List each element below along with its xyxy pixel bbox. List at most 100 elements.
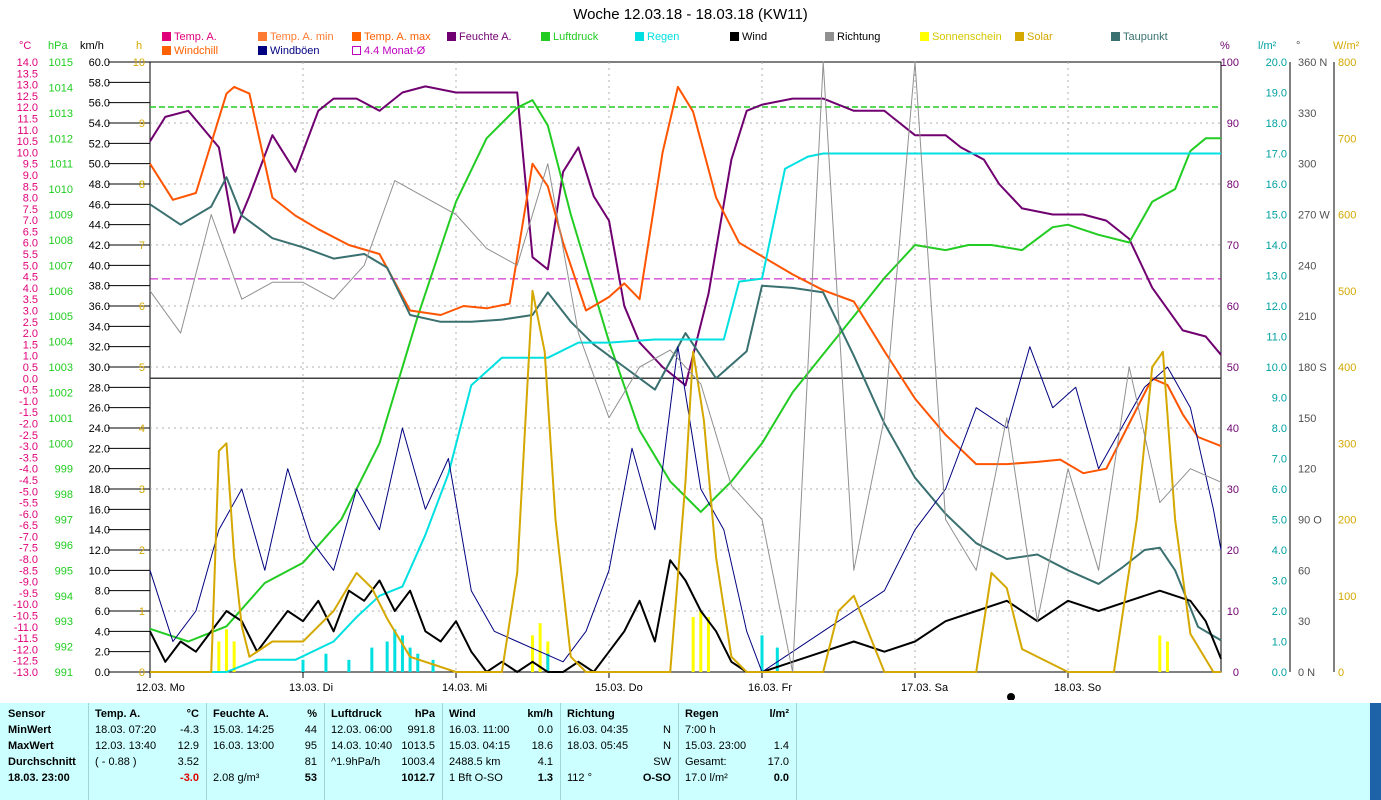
stats-header-pressure: Luftdruck	[331, 708, 382, 720]
sun-tick-label: 9	[139, 118, 145, 130]
stats-divider	[88, 703, 89, 800]
stats-press-min-time: 12.03. 06:00	[331, 724, 393, 736]
temp-tick-label: 7.5	[23, 204, 38, 216]
temp-tick-label: 8.0	[23, 193, 38, 205]
temp-tick-label: -1.5	[19, 407, 38, 419]
wind-tick-label: 58.0	[89, 77, 110, 89]
stats-dir-max-time: 18.03. 05:45	[567, 740, 629, 752]
stats-wind-bft: 1 Bft O-SO	[449, 772, 503, 784]
wind-tick-label: 38.0	[89, 281, 110, 293]
bar-regen	[408, 647, 412, 672]
temp-tick-label: 8.5	[23, 181, 38, 193]
stats-row-label: Durchschnitt	[8, 756, 76, 768]
temp-tick-label: 1.5	[23, 339, 38, 351]
stats-temp-max: 12.9	[177, 740, 199, 752]
legend-swatch	[162, 32, 171, 41]
pressure-tick-label: 1006	[49, 286, 73, 298]
legend-label: Sonnenschein	[932, 31, 1002, 43]
bar-regen	[416, 653, 420, 672]
wind-tick-label: 12.0	[89, 545, 110, 557]
direction-tick-label: 120	[1298, 464, 1316, 476]
stats-temp-avg-note: ( - 0.88 )	[95, 756, 137, 768]
bar-sonnenschein	[1165, 641, 1169, 672]
wind-tick-label: 22.0	[89, 443, 110, 455]
temp-tick-label: -13.0	[13, 667, 38, 679]
bar-regen	[760, 635, 764, 672]
temp-tick-label: 9.0	[23, 170, 38, 182]
legend-label: Temp. A. min	[270, 31, 334, 43]
direction-tick-label: 60	[1298, 565, 1310, 577]
sun-tick-label: 6	[139, 301, 145, 313]
bar-regen	[393, 629, 397, 672]
stats-header-sensor: Sensor	[8, 708, 46, 720]
bar-regen	[431, 659, 435, 672]
wind-tick-label: 28.0	[89, 382, 110, 394]
stats-row-label: MinWert	[8, 724, 52, 736]
direction-tick-label: 240	[1298, 260, 1316, 272]
legend-swatch	[635, 32, 644, 41]
day-label: 17.03. Sa	[901, 682, 949, 694]
direction-unit-label: °	[1296, 40, 1301, 52]
humidity-tick-label: 0	[1233, 667, 1239, 679]
stats-header-temp: Temp. A.	[95, 708, 141, 720]
sun-tick-label: 4	[139, 423, 145, 435]
stats-col-wind: Wind km/h 16.03. 11:00 0.0 15.03. 04:15 18.…	[449, 706, 553, 786]
stats-dir-min-time: 16.03. 04:35	[567, 724, 629, 736]
rain-tick-label: 13.0	[1266, 271, 1287, 283]
pressure-tick-label: 998	[55, 489, 73, 501]
wind-tick-label: 32.0	[89, 342, 110, 354]
direction-tick-label: 210	[1298, 311, 1316, 323]
wind-tick-label: 44.0	[89, 220, 110, 232]
stats-press-max-time: 14.03. 10:40	[331, 740, 393, 752]
pressure-tick-label: 1004	[49, 337, 73, 349]
stats-rain-total-label: Gesamt:	[685, 756, 727, 768]
wind-tick-label: 8.0	[95, 586, 110, 598]
pressure-tick-label: 1014	[49, 82, 73, 94]
day-label: 15.03. Do	[595, 682, 643, 694]
solar-tick-label: 600	[1338, 210, 1356, 222]
stats-col-pressure: Luftdruck hPa 12.03. 06:00 991.8 14.03. 10…	[331, 706, 435, 786]
wind-tick-label: 36.0	[89, 301, 110, 313]
pressure-tick-label: 1000	[49, 438, 73, 450]
pressure-tick-label: 999	[55, 464, 73, 476]
temp-tick-label: 11.0	[17, 125, 38, 137]
stats-row-label: MaxWert	[8, 740, 54, 752]
stats-dir-avg: SW	[653, 756, 671, 768]
temp-tick-label: 13.0	[17, 80, 38, 92]
stats-wind-avg: 4.1	[537, 756, 553, 768]
legend-item: Richtung	[825, 31, 880, 43]
sun-tick-label: 5	[139, 362, 145, 374]
wind-tick-label: 42.0	[89, 240, 110, 252]
stats-temp-min-time: 18.03. 07:20	[95, 724, 157, 736]
bar-sonnenschein	[706, 617, 710, 672]
bar-sonnenschein	[225, 629, 228, 672]
stats-divider	[442, 703, 443, 800]
sun-tick-label: 7	[139, 240, 145, 252]
bar-regen	[301, 659, 305, 672]
humidity-tick-label: 30	[1227, 484, 1239, 496]
stats-unit-rain: l/m²	[769, 708, 789, 720]
stats-temp-max-time: 12.03. 13:40	[95, 740, 157, 752]
wind-tick-label: 52.0	[89, 138, 110, 150]
rain-tick-label: 4.0	[1272, 545, 1287, 557]
time-marker	[1007, 693, 1015, 700]
wind-tick-label: 2.0	[95, 647, 110, 659]
wind-tick-label: 4.0	[95, 626, 110, 638]
temp-tick-label: 2.0	[23, 328, 38, 340]
pressure-tick-label: 1009	[49, 210, 73, 222]
stats-rain-total: 17.0	[767, 756, 789, 768]
solar-tick-label: 300	[1338, 438, 1356, 450]
temp-tick-label: -3.5	[19, 452, 38, 464]
wind-tick-label: 34.0	[89, 321, 110, 333]
temp-tick-label: 2.5	[23, 317, 38, 329]
legend-item: Temp. A. min	[258, 31, 334, 43]
legend-item: Windböen	[258, 45, 320, 57]
temp-tick-label: -4.5	[19, 475, 38, 487]
stats-temp-current: -3.0	[180, 772, 199, 784]
solar-tick-label: 100	[1338, 591, 1356, 603]
humidity-tick-label: 90	[1227, 118, 1239, 130]
day-label: 13.03. Di	[289, 682, 333, 694]
wind-tick-label: 10.0	[89, 565, 110, 577]
wind-tick-label: 54.0	[89, 118, 110, 130]
humidity-tick-label: 80	[1227, 179, 1239, 191]
